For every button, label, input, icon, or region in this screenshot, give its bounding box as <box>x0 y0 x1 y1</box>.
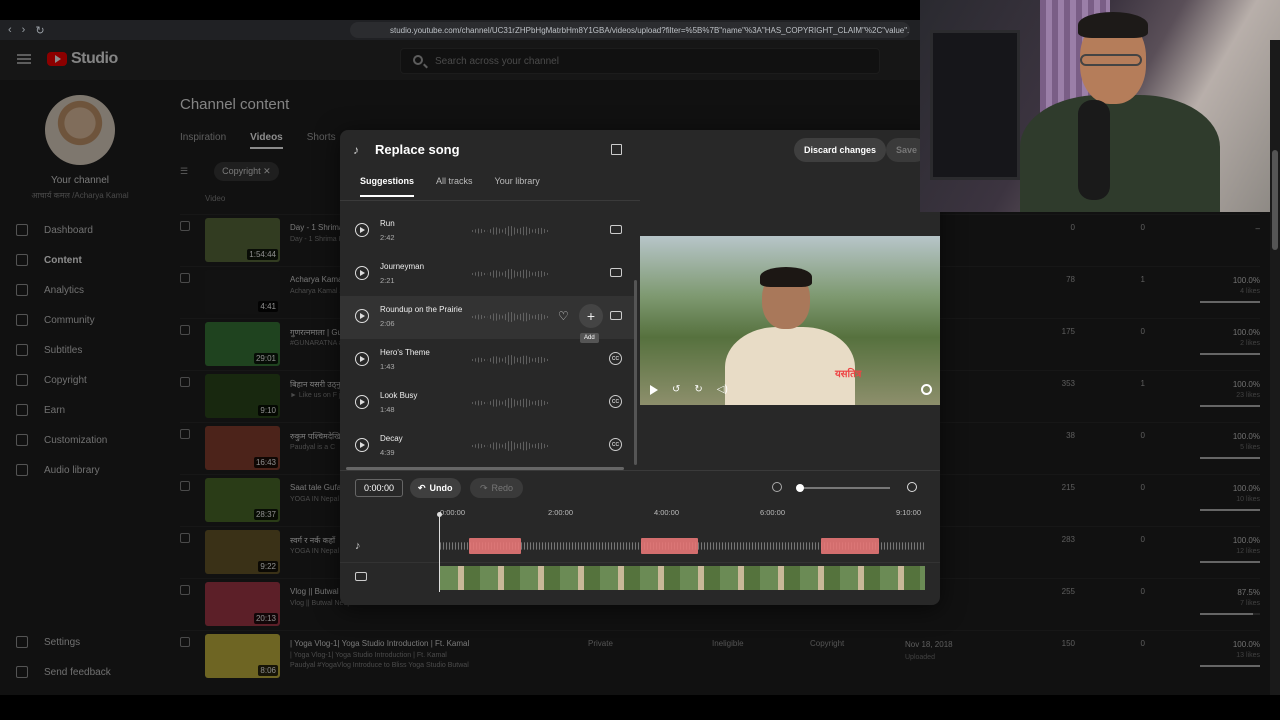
play-icon[interactable] <box>355 309 369 323</box>
song-name: Roundup on the Prairie <box>380 305 463 314</box>
volume-icon[interactable]: ◁) <box>717 384 728 395</box>
song-length: 2:42 <box>380 233 395 242</box>
replace-song-dialog: ♪ Replace song Discard changes Save Sugg… <box>340 130 940 605</box>
video-track-icon <box>355 572 367 581</box>
preview-watermark: यसतित्र <box>835 369 862 380</box>
presenter-shirt <box>1020 95 1220 212</box>
divider <box>340 562 940 563</box>
cc-icon: CC <box>609 438 622 451</box>
feedback-icon[interactable] <box>611 144 622 155</box>
zoom-out-icon[interactable] <box>772 482 782 492</box>
person-hair <box>760 267 812 287</box>
play-icon[interactable] <box>355 438 369 452</box>
song-length: 4:39 <box>380 448 395 457</box>
undo-icon: ↶ <box>418 482 426 493</box>
waveform <box>472 268 548 280</box>
zoom-slider-handle[interactable] <box>796 484 804 492</box>
discard-changes-button[interactable]: Discard changes <box>794 138 887 162</box>
redo-icon: ↷ <box>480 482 488 493</box>
audio-segment[interactable] <box>641 538 698 554</box>
browser-nav: ‹ › ↻ <box>8 24 45 37</box>
ruler-tick: 6:00:00 <box>760 508 786 517</box>
microphone <box>1078 100 1110 200</box>
divider <box>340 200 640 201</box>
waveform <box>472 311 548 323</box>
youtube-icon <box>610 225 622 234</box>
presenter-glasses <box>1080 54 1142 66</box>
forward-icon[interactable]: ↻ <box>694 384 702 395</box>
song-name: Look Busy <box>380 391 418 400</box>
play-icon[interactable] <box>355 266 369 280</box>
song-length: 1:48 <box>380 405 395 414</box>
song-item[interactable]: Look Busy 1:48 CC <box>340 382 636 425</box>
song-length: 2:21 <box>380 276 395 285</box>
play-icon[interactable] <box>650 384 658 395</box>
add-tooltip: Add <box>580 333 599 343</box>
waveform <box>472 440 548 452</box>
player-controls: ↺ ↻ ◁) <box>650 384 728 395</box>
song-name: Journeyman <box>380 262 425 271</box>
ruler-tick: 0:00:00 <box>440 508 466 517</box>
redo-button[interactable]: ↷ Redo <box>470 478 524 498</box>
song-name: Hero's Theme <box>380 348 430 357</box>
time-input[interactable]: 0:00:00 <box>355 479 403 497</box>
list-scrollbar[interactable] <box>634 280 637 465</box>
song-item[interactable]: Journeyman 2:21 <box>340 253 636 296</box>
ruler-tick: 9:10:00 <box>896 508 922 517</box>
preview-person <box>720 261 860 405</box>
ruler-tick: 2:00:00 <box>548 508 574 517</box>
youtube-icon <box>610 268 622 277</box>
song-name: Run <box>380 219 395 228</box>
youtube-icon <box>610 311 622 320</box>
zoom-slider[interactable] <box>800 487 890 489</box>
tab-all-tracks[interactable]: All tracks <box>436 176 473 197</box>
song-item[interactable]: Run 2:42 <box>340 210 636 253</box>
play-icon[interactable] <box>355 395 369 409</box>
redo-label: Redo <box>491 483 514 493</box>
page-scrollbar[interactable] <box>1270 40 1280 695</box>
forward-icon[interactable]: › <box>22 24 26 37</box>
waveform <box>472 225 548 237</box>
song-length: 1:43 <box>380 362 395 371</box>
play-icon[interactable] <box>355 223 369 237</box>
video-track[interactable] <box>440 566 925 590</box>
heart-icon[interactable]: ♡ <box>558 309 569 323</box>
audio-track-icon: ♪ <box>355 540 361 552</box>
play-icon[interactable] <box>355 352 369 366</box>
tab-your-library[interactable]: Your library <box>495 176 540 197</box>
song-length: 2:06 <box>380 319 395 328</box>
song-item[interactable]: Decay 4:39 CC <box>340 425 636 468</box>
song-tabs: Suggestions All tracks Your library <box>360 176 540 197</box>
rewind-icon[interactable]: ↺ <box>672 384 680 395</box>
audio-segment[interactable] <box>821 538 879 554</box>
settings-icon[interactable] <box>921 384 932 395</box>
waveform <box>472 397 548 409</box>
tab-suggestions[interactable]: Suggestions <box>360 176 415 197</box>
add-button[interactable]: + <box>579 304 603 328</box>
divider <box>340 470 940 471</box>
background-monitor <box>930 30 1020 180</box>
music-note-icon: ♪ <box>353 143 359 157</box>
undo-label: Undo <box>429 483 453 493</box>
undo-button[interactable]: ↶ Undo <box>410 478 461 498</box>
back-icon[interactable]: ‹ <box>8 24 12 37</box>
playhead[interactable] <box>437 512 442 592</box>
reload-icon[interactable]: ↻ <box>35 24 44 37</box>
cc-icon: CC <box>609 395 622 408</box>
address-bar[interactable]: studio.youtube.com/channel/UC31rZHPbHgMa… <box>350 22 910 38</box>
scrollbar-thumb[interactable] <box>1272 150 1278 250</box>
waveform <box>472 354 548 366</box>
presenter-hair <box>1078 12 1148 38</box>
dialog-header: ♪ Replace song Discard changes Save <box>340 130 940 170</box>
song-item[interactable]: Hero's Theme 1:43 CC <box>340 339 636 382</box>
audio-segment[interactable] <box>469 538 521 554</box>
webcam-overlay <box>920 0 1280 212</box>
zoom-in-icon[interactable] <box>907 482 917 492</box>
ruler-tick: 4:00:00 <box>654 508 680 517</box>
video-preview[interactable]: यसतित्र ↺ ↻ ◁) <box>640 236 940 405</box>
song-name: Decay <box>380 434 403 443</box>
cc-icon: CC <box>609 352 622 365</box>
dialog-title: Replace song <box>375 142 460 157</box>
